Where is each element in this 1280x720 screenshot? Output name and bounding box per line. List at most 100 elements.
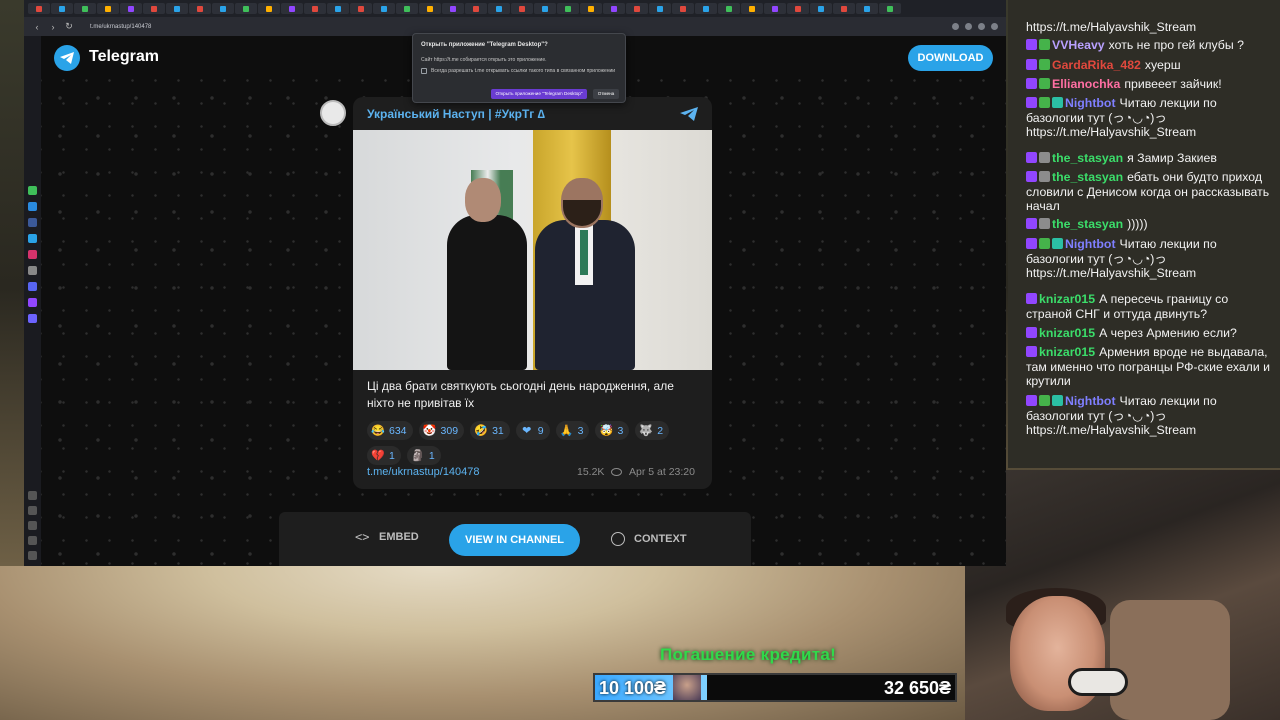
clock-icon[interactable] — [28, 536, 37, 545]
browser-tab[interactable] — [695, 3, 717, 14]
reload-icon[interactable]: ↻ — [64, 21, 74, 32]
reaction-chip[interactable]: 🤣 31 — [470, 421, 510, 440]
chat-username[interactable]: Nightbot — [1065, 394, 1116, 408]
chat-username[interactable]: the_stasyan — [1052, 170, 1123, 184]
chat-text: https://t.me/Halyavshik_Stream — [1026, 20, 1197, 34]
post-photo[interactable] — [353, 130, 712, 370]
x-icon[interactable] — [28, 266, 37, 275]
instagram-icon[interactable] — [28, 250, 37, 259]
location-icon[interactable] — [28, 551, 37, 560]
chat-username[interactable]: Nightbot — [1065, 237, 1116, 251]
browser-tab[interactable] — [810, 3, 832, 14]
browser-tab[interactable] — [557, 3, 579, 14]
twitch-icon[interactable] — [28, 298, 37, 307]
browser-tab[interactable] — [74, 3, 96, 14]
messenger-icon[interactable] — [28, 202, 37, 211]
browser-tab[interactable] — [833, 3, 855, 14]
telegram-logo-icon[interactable] — [54, 45, 80, 71]
chat-username[interactable]: the_stasyan — [1052, 217, 1123, 231]
channel-title[interactable]: Український Наступ | #УкрТг ∆ — [367, 107, 545, 121]
browser-tab[interactable] — [189, 3, 211, 14]
browser-tab[interactable] — [626, 3, 648, 14]
discord-icon[interactable] — [28, 282, 37, 291]
browser-tab[interactable] — [327, 3, 349, 14]
reaction-chip[interactable]: 🐺 2 — [635, 421, 670, 440]
browser-tab[interactable] — [465, 3, 487, 14]
browser-tab[interactable] — [304, 3, 326, 14]
notes-icon[interactable] — [28, 521, 37, 530]
chat-username[interactable]: Ellianochka — [1052, 77, 1120, 91]
browser-tab[interactable] — [718, 3, 740, 14]
reaction-chip[interactable]: 🗿 1 — [406, 446, 441, 465]
profile-icon[interactable] — [978, 23, 985, 30]
chat-username[interactable]: the_stasyan — [1052, 151, 1123, 165]
browser-tab[interactable] — [28, 3, 50, 14]
browser-tab[interactable] — [281, 3, 303, 14]
channel-avatar[interactable] — [320, 100, 346, 126]
browser-tab[interactable] — [787, 3, 809, 14]
reaction-chip[interactable]: 🤡 309 — [418, 421, 465, 440]
chat-username[interactable]: knizar015 — [1039, 292, 1095, 306]
browser-tab[interactable] — [511, 3, 533, 14]
extension-icon[interactable] — [952, 23, 959, 30]
browser-tab[interactable] — [51, 3, 73, 14]
vk-icon[interactable] — [28, 218, 37, 227]
browser-tab[interactable] — [350, 3, 372, 14]
post-link[interactable]: t.me/ukrnastup/140478 — [367, 466, 480, 478]
context-button[interactable]: CONTEXT — [634, 533, 687, 545]
url-field[interactable]: t.me/ukrnastup/140478 — [90, 24, 151, 30]
browser-tab[interactable] — [97, 3, 119, 14]
browser-tab[interactable] — [534, 3, 556, 14]
telegram-plane-icon[interactable] — [679, 106, 699, 122]
browser-tab[interactable] — [580, 3, 602, 14]
code-icon[interactable]: <> — [355, 530, 369, 544]
chat-username[interactable]: Nightbot — [1065, 96, 1116, 110]
app-icon[interactable] — [28, 314, 37, 323]
browser-tab[interactable] — [212, 3, 234, 14]
reaction-chip[interactable]: ❤ 9 — [515, 421, 550, 440]
browser-tab[interactable] — [258, 3, 280, 14]
chat-username[interactable]: knizar015 — [1039, 345, 1095, 359]
back-icon[interactable]: ‹ — [32, 22, 42, 32]
menu-icon[interactable] — [991, 23, 998, 30]
browser-tab[interactable] — [120, 3, 142, 14]
embed-button[interactable]: EMBED — [379, 531, 419, 543]
browser-tab[interactable] — [764, 3, 786, 14]
browser-tab[interactable] — [235, 3, 257, 14]
browser-tab[interactable] — [166, 3, 188, 14]
cancel-button[interactable]: Отмена — [593, 89, 619, 99]
browser-tab[interactable] — [488, 3, 510, 14]
telegram-sidebar-icon[interactable] — [28, 234, 37, 243]
reaction-chip[interactable]: 🙏 3 — [555, 421, 590, 440]
browser-tab-strip[interactable] — [24, 0, 1006, 17]
history-icon[interactable] — [28, 506, 37, 515]
globe-icon[interactable] — [611, 532, 625, 546]
browser-tab[interactable] — [603, 3, 625, 14]
view-in-channel-button[interactable]: VIEW IN CHANNEL — [449, 524, 580, 556]
telegram-brand[interactable]: Telegram — [89, 48, 159, 66]
browser-tab[interactable] — [373, 3, 395, 14]
browser-tab[interactable] — [649, 3, 671, 14]
always-allow-checkbox[interactable] — [421, 68, 427, 74]
browser-tab[interactable] — [879, 3, 901, 14]
forward-icon[interactable]: › — [48, 22, 58, 32]
reaction-chip[interactable]: 🤯 3 — [595, 421, 630, 440]
browser-tab[interactable] — [396, 3, 418, 14]
reaction-chip[interactable]: 😂 634 — [367, 421, 413, 440]
always-allow-label[interactable]: Всегда разрешать t.me открывать ссылки т… — [431, 68, 615, 74]
chat-username[interactable]: VVHeavy — [1052, 38, 1105, 52]
browser-tab[interactable] — [419, 3, 441, 14]
browser-tab[interactable] — [143, 3, 165, 14]
heart-icon[interactable] — [28, 491, 37, 500]
chat-username[interactable]: knizar015 — [1039, 326, 1095, 340]
open-app-button[interactable]: Открыть приложение "Telegram Desktop" — [491, 89, 587, 99]
reaction-chip[interactable]: 💔 1 — [367, 446, 401, 465]
browser-tab[interactable] — [442, 3, 464, 14]
whatsapp-icon[interactable] — [28, 186, 37, 195]
download-button[interactable]: DOWNLOAD — [908, 45, 993, 71]
bookmark-icon[interactable] — [965, 23, 972, 30]
browser-tab[interactable] — [672, 3, 694, 14]
browser-tab[interactable] — [741, 3, 763, 14]
browser-tab[interactable] — [856, 3, 878, 14]
chat-username[interactable]: GardaRika_482 — [1052, 58, 1141, 72]
